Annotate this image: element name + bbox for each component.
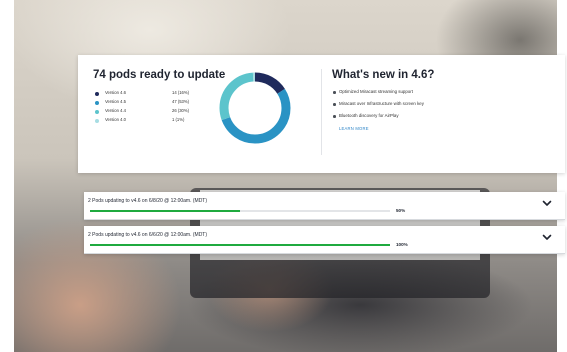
summary-title: 74 pods ready to update — [93, 69, 226, 81]
legend-row: Version 4.4 26 (30%) — [93, 107, 213, 116]
whats-new-panel: What's new in 4.6? Optimized Miracast st… — [332, 69, 552, 131]
legend-row: Version 4.0 1 (1%) — [93, 116, 213, 125]
whats-new-list: Optimized Miracast streaming support Mir… — [332, 89, 552, 125]
chevron-down-icon[interactable] — [541, 231, 553, 243]
pods-summary-card: 74 pods ready to update Version 4.6 14 (… — [78, 55, 565, 173]
update-progress-track — [90, 244, 390, 246]
legend-version-value: 14 (16%) — [172, 90, 189, 95]
version-legend: Version 4.6 14 (16%) Version 4.5 47 (53%… — [93, 89, 213, 125]
whats-new-item: Bluetooth discovery for AirPlay — [332, 113, 552, 125]
legend-row: Version 4.6 14 (16%) — [93, 89, 213, 98]
update-percent: 50% — [396, 208, 406, 213]
legend-version-name: Version 4.6 — [105, 90, 126, 95]
legend-dot-icon — [95, 91, 99, 96]
legend-version-name: Version 4.0 — [105, 117, 126, 122]
left-margin — [0, 0, 14, 352]
update-label: 2 Pods updating to v4.6 on 6/6/20 @ 12:0… — [88, 232, 208, 238]
whats-new-item: Miracast over Infrastructure with screen… — [332, 101, 552, 113]
update-progress-fill — [90, 244, 390, 246]
learn-more-link[interactable]: LEARN MORE — [332, 126, 552, 131]
legend-version-name: Version 4.4 — [105, 108, 126, 113]
update-progress-fill — [90, 210, 240, 212]
legend-row: Version 4.5 47 (53%) — [93, 98, 213, 107]
version-donut-chart — [219, 72, 291, 144]
background-photo — [0, 0, 567, 352]
legend-version-name: Version 4.5 — [105, 99, 126, 104]
right-margin — [557, 0, 567, 352]
legend-version-value: 26 (30%) — [172, 108, 189, 113]
update-percent: 100% — [396, 242, 408, 247]
update-row[interactable]: 2 Pods updating to v4.6 on 6/6/20 @ 12:0… — [84, 226, 565, 254]
legend-dot-icon — [95, 109, 99, 114]
whats-new-heading: What's new in 4.6? — [332, 69, 435, 81]
legend-dot-icon — [95, 118, 99, 123]
update-row[interactable]: 2 Pods updating to v4.6 on 6/8/20 @ 12:0… — [84, 192, 565, 220]
update-progress-track — [90, 210, 390, 212]
chevron-down-icon[interactable] — [541, 197, 553, 209]
whats-new-item: Optimized Miracast streaming support — [332, 89, 552, 101]
update-label: 2 Pods updating to v4.6 on 6/8/20 @ 12:0… — [88, 198, 208, 204]
legend-version-value: 47 (53%) — [172, 99, 189, 104]
divider — [321, 69, 322, 155]
legend-version-value: 1 (1%) — [172, 117, 185, 122]
legend-dot-icon — [95, 100, 99, 105]
